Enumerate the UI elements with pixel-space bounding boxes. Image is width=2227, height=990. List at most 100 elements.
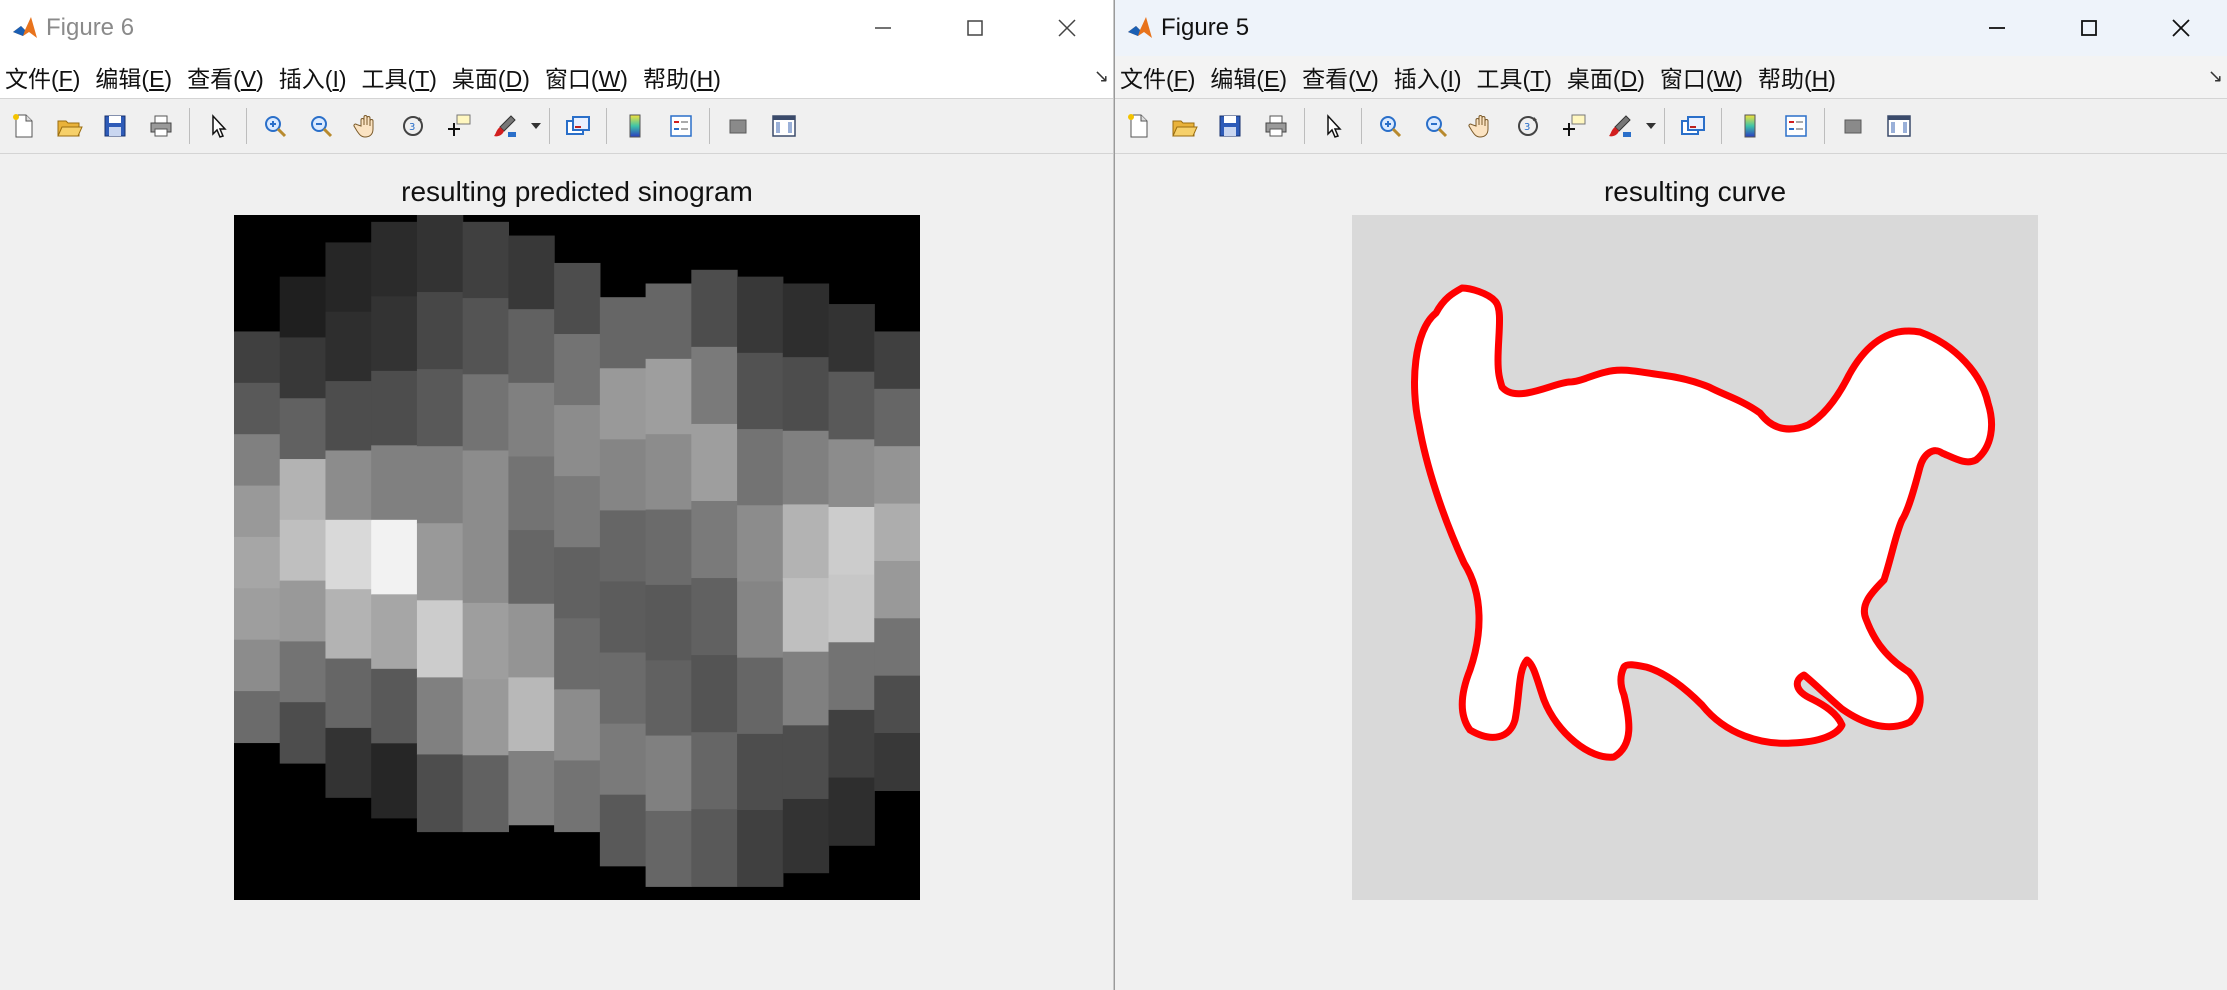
sinogram-cell [691, 732, 738, 810]
link-plot-icon[interactable] [1671, 103, 1715, 149]
toolbar-separator [709, 108, 710, 144]
rotate-3d-icon[interactable]: 3 [1506, 103, 1550, 149]
brush-icon[interactable] [1598, 103, 1642, 149]
menu-bar: 文件(F) 编辑(E) 查看(V) 插入(I) 工具(T) 桌面(D) 窗口(W… [1115, 56, 2227, 98]
sinogram-cell [371, 296, 418, 372]
open-file-icon[interactable] [47, 103, 91, 149]
menu-help[interactable]: 帮助(H) [1753, 60, 1846, 94]
sinogram-cell [462, 221, 509, 299]
brush-icon[interactable] [483, 103, 527, 149]
menu-window[interactable]: 窗口(W) [1655, 60, 1753, 94]
dock-arrow-icon[interactable]: ↘ [2208, 66, 2223, 87]
sinogram-cell [645, 660, 692, 737]
sinogram-cell [508, 309, 555, 384]
menu-tools[interactable]: 工具(T) [1472, 60, 1562, 94]
menu-edit[interactable]: 编辑(E) [90, 60, 182, 94]
menu-help[interactable]: 帮助(H) [638, 60, 731, 94]
brush-dropdown-caret-icon[interactable] [1643, 103, 1659, 149]
title-bar[interactable]: Figure 6 [0, 0, 1113, 56]
print-icon[interactable] [1254, 103, 1298, 149]
dock-arrow-icon[interactable]: ↘ [1094, 66, 1109, 87]
sinogram-cell [462, 602, 509, 680]
minimize-button[interactable] [1951, 0, 2043, 56]
pan-icon[interactable] [1460, 103, 1504, 149]
sinogram-cell [279, 398, 327, 460]
sinogram-cell [737, 505, 784, 583]
sinogram-cell [416, 677, 464, 756]
close-button[interactable] [2135, 0, 2227, 56]
hide-plot-tools-icon[interactable] [1831, 103, 1875, 149]
menu-desktop[interactable]: 桌面(D) [447, 60, 540, 94]
zoom-out-icon[interactable] [1414, 103, 1458, 149]
minimize-button[interactable] [837, 0, 929, 56]
sinogram-cell [691, 500, 738, 579]
menu-desktop[interactable]: 桌面(D) [1562, 60, 1655, 94]
rotate-3d-icon[interactable]: 3 [391, 103, 435, 149]
pointer-icon[interactable] [1311, 103, 1355, 149]
sinogram-cell [371, 445, 418, 521]
link-plot-icon[interactable] [556, 103, 600, 149]
sinogram-cell [325, 519, 372, 590]
menu-view[interactable]: 查看(V) [182, 60, 274, 94]
title-bar[interactable]: Figure 5 [1115, 0, 2227, 56]
print-icon[interactable] [139, 103, 183, 149]
menu-window[interactable]: 窗口(W) [540, 60, 638, 94]
sinogram-cell [874, 388, 920, 447]
plot-title: resulting predicted sinogram [401, 176, 753, 207]
sinogram-cell [554, 405, 601, 477]
sinogram-cell [691, 578, 738, 656]
toolbar-separator [189, 108, 190, 144]
save-icon[interactable] [93, 103, 137, 149]
svg-text:3: 3 [409, 122, 415, 133]
sinogram-cell [234, 536, 281, 589]
hide-plot-tools-icon[interactable] [716, 103, 760, 149]
sinogram-cell [691, 269, 738, 348]
colorbar-icon[interactable] [1728, 103, 1772, 149]
show-plot-tools-icon[interactable] [1877, 103, 1921, 149]
menu-insert[interactable]: 插入(I) [274, 60, 357, 94]
legend-icon[interactable] [659, 103, 703, 149]
open-file-icon[interactable] [1162, 103, 1206, 149]
zoom-in-icon[interactable] [1368, 103, 1412, 149]
menu-view[interactable]: 查看(V) [1297, 60, 1389, 94]
data-cursor-icon[interactable] [1552, 103, 1596, 149]
close-button[interactable] [1021, 0, 1113, 56]
sinogram-cell [279, 276, 327, 339]
maximize-button[interactable] [929, 0, 1021, 56]
sinogram-cell [234, 434, 281, 487]
sinogram-cell [691, 346, 738, 425]
sinogram-cell [234, 485, 281, 538]
brush-dropdown-caret-icon[interactable] [528, 103, 544, 149]
figure-6-window: Figure 6 文件(F) 编辑(E) 查看(V) 插入(I) 工具(T) 桌… [0, 0, 1114, 990]
zoom-in-icon[interactable] [253, 103, 297, 149]
show-plot-tools-icon[interactable] [762, 103, 806, 149]
colorbar-icon[interactable] [613, 103, 657, 149]
sinogram-cell [554, 760, 601, 833]
menu-insert[interactable]: 插入(I) [1389, 60, 1472, 94]
data-cursor-icon[interactable] [437, 103, 481, 149]
sinogram-cell [782, 283, 830, 358]
sinogram-cell [599, 652, 647, 725]
sinogram-cell [325, 658, 372, 729]
menu-file[interactable]: 文件(F) [1115, 60, 1205, 94]
sinogram-cell [371, 370, 418, 446]
new-figure-icon[interactable] [1116, 103, 1160, 149]
sinogram-cell [599, 297, 647, 369]
menu-edit[interactable]: 编辑(E) [1205, 60, 1297, 94]
new-figure-icon[interactable] [1, 103, 45, 149]
legend-icon[interactable] [1774, 103, 1818, 149]
menu-tools[interactable]: 工具(T) [357, 60, 447, 94]
toolbar-separator [1664, 108, 1665, 144]
zoom-out-icon[interactable] [299, 103, 343, 149]
sinogram-cell [737, 733, 784, 811]
pan-icon[interactable] [345, 103, 389, 149]
menu-file[interactable]: 文件(F) [0, 60, 90, 94]
figure-5-window: Figure 5 文件(F) 编辑(E) 查看(V) 插入(I) 工具(T) 桌… [1114, 0, 2227, 990]
maximize-button[interactable] [2043, 0, 2135, 56]
sinogram-cell [828, 371, 875, 440]
pointer-icon[interactable] [196, 103, 240, 149]
save-icon[interactable] [1208, 103, 1252, 149]
sinogram-cell [737, 657, 784, 735]
sinogram-cell [599, 439, 647, 512]
sinogram-cell [508, 677, 555, 752]
